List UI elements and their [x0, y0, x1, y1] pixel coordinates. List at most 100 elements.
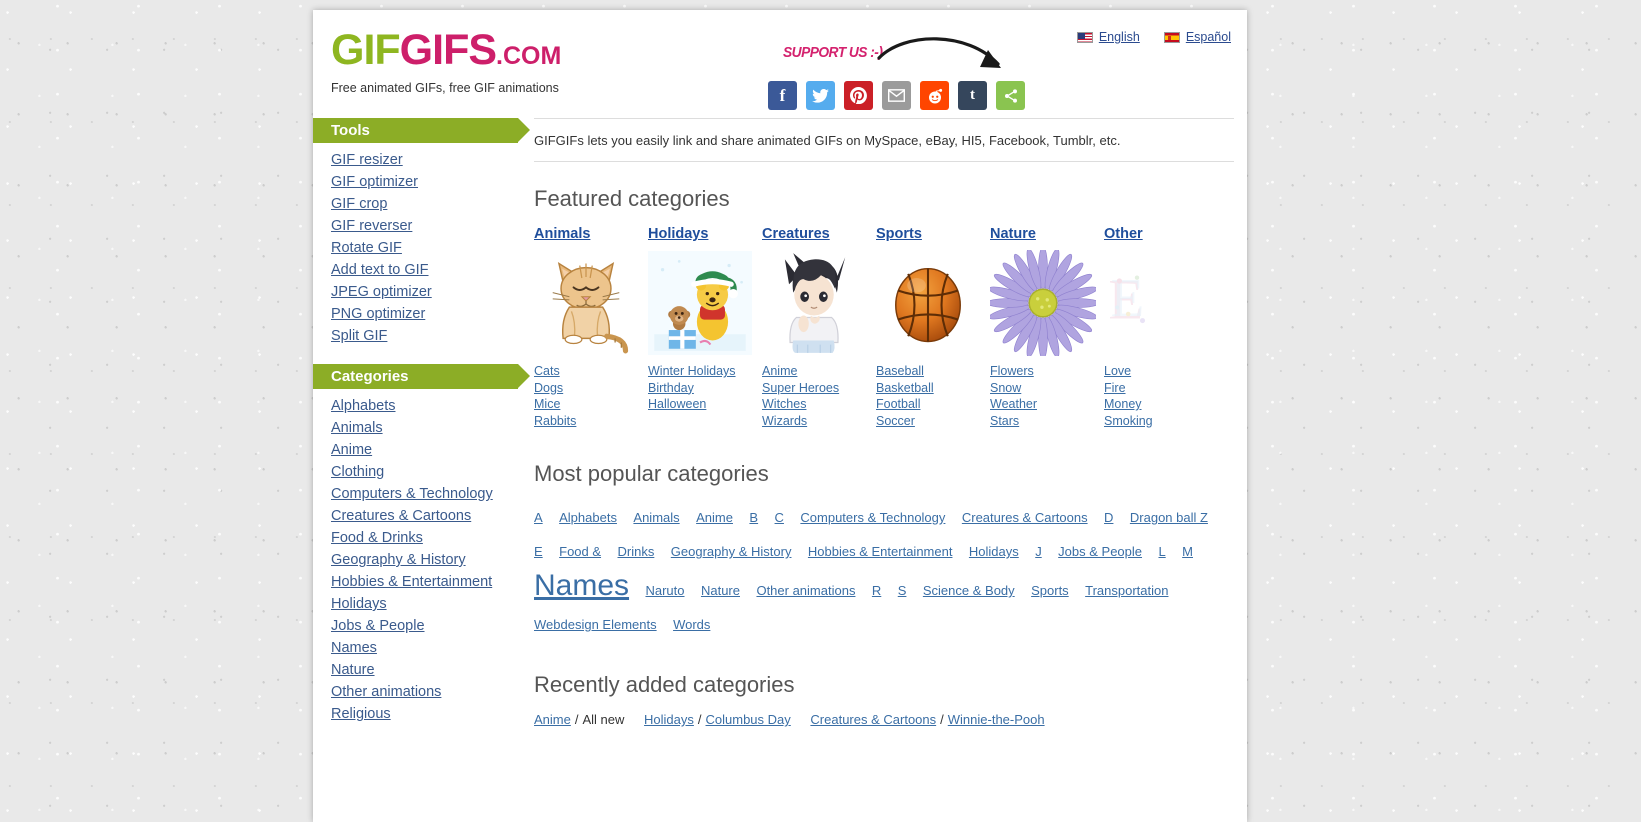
featured-link-animals[interactable]: Animals	[534, 226, 590, 242]
email-share-button[interactable]	[882, 81, 911, 110]
cat-thumbnail[interactable]	[534, 249, 648, 357]
tag-computers-technology[interactable]: Computers & Technology	[800, 510, 945, 525]
list-item[interactable]: GIF resizer	[313, 149, 518, 171]
list-item[interactable]: Anime	[313, 439, 518, 461]
twitter-share-button[interactable]	[806, 81, 835, 110]
letter-e-thumbnail[interactable]: E E	[1104, 249, 1218, 357]
list-item[interactable]: Nature	[313, 659, 518, 681]
tag-dragon-ball-z[interactable]: Dragon ball Z	[1130, 510, 1208, 525]
tag-words[interactable]: Words	[673, 617, 710, 632]
list-item[interactable]: Clothing	[313, 461, 518, 483]
list-item[interactable]: Names	[313, 637, 518, 659]
tag-s[interactable]: S	[898, 583, 907, 598]
winnie-pooh-thumbnail[interactable]	[648, 249, 762, 357]
sublink-wizards[interactable]: Wizards	[762, 413, 876, 430]
sidebar-item-geography-history[interactable]: Geography & History	[331, 552, 466, 568]
sublink-love[interactable]: Love	[1104, 363, 1218, 380]
list-item[interactable]: GIF reverser	[313, 215, 518, 237]
sidebar-item-nature[interactable]: Nature	[331, 662, 375, 678]
sublink-witches[interactable]: Witches	[762, 396, 876, 413]
tag-other-animations[interactable]: Other animations	[756, 583, 855, 598]
sublink-mice[interactable]: Mice	[534, 396, 648, 413]
flower-thumbnail[interactable]	[990, 249, 1104, 357]
tag-drinks[interactable]: Drinks	[618, 544, 655, 559]
sublink-rabbits[interactable]: Rabbits	[534, 413, 648, 430]
tag-j[interactable]: J	[1035, 544, 1042, 559]
tag-geography-history[interactable]: Geography & History	[671, 544, 792, 559]
sublink-basketball[interactable]: Basketball	[876, 380, 990, 397]
language-option-english[interactable]: English	[1076, 30, 1140, 44]
sidebar-item-animals[interactable]: Animals	[331, 420, 383, 436]
tag-m[interactable]: M	[1182, 544, 1193, 559]
sidebar-item-gif-reverser[interactable]: GIF reverser	[331, 218, 412, 234]
sidebar-item-gif-crop[interactable]: GIF crop	[331, 196, 387, 212]
tag-r[interactable]: R	[872, 583, 881, 598]
sublink-halloween[interactable]: Halloween	[648, 396, 762, 413]
sublink-snow[interactable]: Snow	[990, 380, 1104, 397]
basketball-thumbnail[interactable]	[876, 249, 990, 357]
language-link-spanish[interactable]: Español	[1186, 30, 1231, 44]
sidebar-item-anime[interactable]: Anime	[331, 442, 372, 458]
list-item[interactable]: Alphabets	[313, 395, 518, 417]
list-item[interactable]: Creatures & Cartoons	[313, 505, 518, 527]
language-option-spanish[interactable]: Español	[1163, 30, 1231, 44]
sublink-winter-holidays[interactable]: Winter Holidays	[648, 363, 762, 380]
sidebar-item-food-drinks[interactable]: Food & Drinks	[331, 530, 423, 546]
sublink-cats[interactable]: Cats	[534, 363, 648, 380]
featured-link-holidays[interactable]: Holidays	[648, 226, 708, 242]
list-item[interactable]: Animals	[313, 417, 518, 439]
sidebar-item-alphabets[interactable]: Alphabets	[331, 398, 396, 414]
sublink-weather[interactable]: Weather	[990, 396, 1104, 413]
sublink-anime[interactable]: Anime	[762, 363, 876, 380]
site-logo[interactable]: GIFGIFS.COM Free animated GIFs, free GIF…	[331, 29, 561, 96]
pinterest-share-button[interactable]	[844, 81, 873, 110]
recent-child-columbus-day[interactable]: Columbus Day	[706, 712, 791, 727]
tag-anime[interactable]: Anime	[696, 510, 733, 525]
sidebar-item-clothing[interactable]: Clothing	[331, 464, 384, 480]
list-item[interactable]: Hobbies & Entertainment	[313, 571, 518, 593]
sublink-money[interactable]: Money	[1104, 396, 1218, 413]
list-item[interactable]: JPEG optimizer	[313, 281, 518, 303]
sublink-fire[interactable]: Fire	[1104, 380, 1218, 397]
list-item[interactable]: Other animations	[313, 681, 518, 703]
sidebar-item-creatures-cartoons[interactable]: Creatures & Cartoons	[331, 508, 471, 524]
sublink-smoking[interactable]: Smoking	[1104, 413, 1218, 430]
tag-l[interactable]: L	[1158, 544, 1165, 559]
sublink-stars[interactable]: Stars	[990, 413, 1104, 430]
sidebar-item-jobs-people[interactable]: Jobs & People	[331, 618, 425, 634]
tumblr-share-button[interactable]: t	[958, 81, 987, 110]
tag-naruto[interactable]: Naruto	[645, 583, 684, 598]
sidebar-item-jpeg-optimizer[interactable]: JPEG optimizer	[331, 284, 432, 300]
sublink-flowers[interactable]: Flowers	[990, 363, 1104, 380]
tag-a[interactable]: A	[534, 510, 543, 525]
list-item[interactable]: Religious	[313, 703, 518, 725]
recent-parent-creatures-cartoons[interactable]: Creatures & Cartoons	[810, 712, 936, 727]
sidebar-item-other-animations[interactable]: Other animations	[331, 684, 441, 700]
more-share-button[interactable]	[996, 81, 1025, 110]
tag-science-body[interactable]: Science & Body	[923, 583, 1015, 598]
list-item[interactable]: GIF optimizer	[313, 171, 518, 193]
list-item[interactable]: Holidays	[313, 593, 518, 615]
list-item[interactable]: PNG optimizer	[313, 303, 518, 325]
list-item[interactable]: Rotate GIF	[313, 237, 518, 259]
sublink-birthday[interactable]: Birthday	[648, 380, 762, 397]
tag-holidays[interactable]: Holidays	[969, 544, 1019, 559]
reddit-share-button[interactable]	[920, 81, 949, 110]
list-item[interactable]: GIF crop	[313, 193, 518, 215]
sublink-baseball[interactable]: Baseball	[876, 363, 990, 380]
list-item[interactable]: Add text to GIF	[313, 259, 518, 281]
list-item[interactable]: Geography & History	[313, 549, 518, 571]
tag-names[interactable]: Names	[534, 569, 629, 602]
recent-parent-anime[interactable]: Anime	[534, 712, 571, 727]
featured-link-sports[interactable]: Sports	[876, 226, 922, 242]
tag-webdesign-elements[interactable]: Webdesign Elements	[534, 617, 657, 632]
sublink-football[interactable]: Football	[876, 396, 990, 413]
sidebar-item-gif-resizer[interactable]: GIF resizer	[331, 152, 403, 168]
sidebar-item-holidays[interactable]: Holidays	[331, 596, 387, 612]
tag-e[interactable]: E	[534, 544, 543, 559]
tag-transportation[interactable]: Transportation	[1085, 583, 1168, 598]
tag-d[interactable]: D	[1104, 510, 1113, 525]
list-item[interactable]: Computers & Technology	[313, 483, 518, 505]
tag-nature[interactable]: Nature	[701, 583, 740, 598]
sidebar-item-hobbies-entertainment[interactable]: Hobbies & Entertainment	[331, 574, 492, 590]
